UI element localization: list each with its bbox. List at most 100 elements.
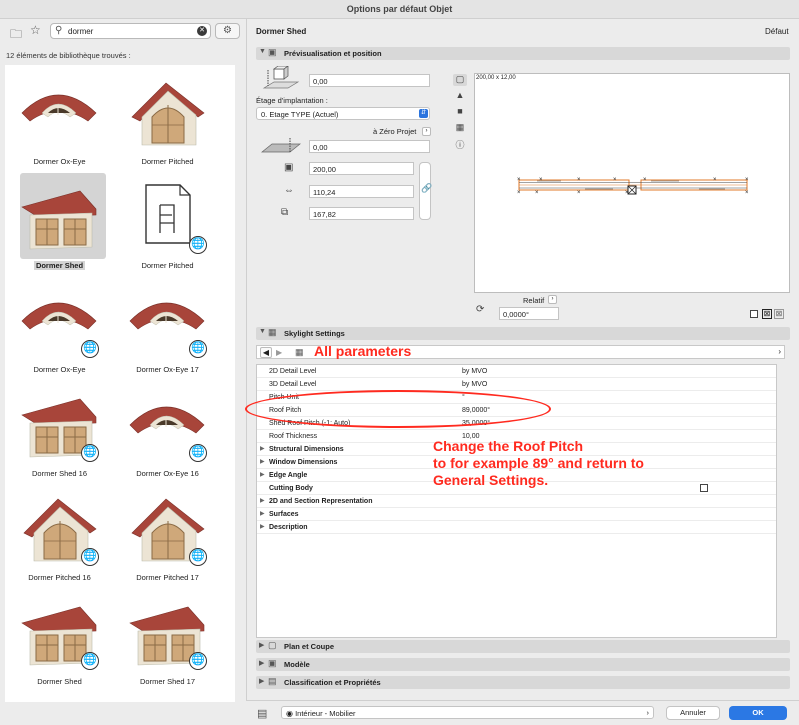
library-item[interactable]: 🌐 Dormer Pitched [115, 173, 220, 275]
window-title: Options par défaut Objet [346, 4, 453, 14]
mirror-y-icon[interactable]: ⊠ [774, 309, 784, 319]
library-item[interactable]: 🌐 Dormer Shed 16 [7, 381, 112, 483]
dim-a-field[interactable]: 200,00 [309, 162, 414, 175]
model-icon: ▣ [268, 658, 277, 668]
library-item[interactable]: 🌐 Dormer Shed [7, 589, 112, 691]
library-item[interactable]: Dormer Ox-Eye [7, 69, 112, 171]
object-thumbnail [20, 73, 98, 151]
parameter-name: Edge Angle [269, 472, 308, 479]
plan-view-icon[interactable]: ▢ [453, 74, 467, 86]
chevron-right-icon: ▶ [260, 498, 265, 504]
section-model-header[interactable]: ▶ ▣ Modèle [256, 658, 790, 671]
library-item[interactable]: 🌐 Dormer Pitched 16 [7, 485, 112, 587]
library-item[interactable]: 🌐 Dormer Ox-Eye [7, 277, 112, 379]
section-classification-header[interactable]: ▶ ▤ Classification et Propriétés [256, 676, 790, 689]
preview-icon: ▣ [268, 47, 277, 57]
object-thumbnail [128, 73, 206, 151]
ok-button[interactable]: OK [729, 706, 787, 720]
globe-icon: 🌐 [81, 444, 99, 462]
search-input[interactable]: ⚲ dormer ✕ [50, 23, 211, 39]
annotation-line: to for example 89° and return to [433, 455, 644, 471]
parameter-value[interactable]: by MVO [462, 368, 487, 375]
offset-field[interactable]: 0,00 [309, 140, 430, 153]
clear-search-icon[interactable]: ✕ [197, 26, 207, 36]
globe-icon: 🌐 [189, 340, 207, 358]
library-item[interactable]: 🌐 Dormer Ox-Eye 16 [115, 381, 220, 483]
mirror-checkbox[interactable] [750, 310, 758, 318]
dim-b-field[interactable]: 110,24 [309, 185, 414, 198]
elevation-field[interactable]: 0,00 [309, 74, 430, 87]
object-name: Dormer Shed [256, 27, 307, 36]
preview-canvas: 200,00 x 12,00 × × × × × × × × × × × × [474, 73, 790, 293]
svg-text:×: × [713, 177, 717, 183]
chevron-right-icon: ▶ [260, 472, 265, 478]
svg-text:×: × [577, 177, 581, 183]
floor-label: Étage d'implantation : [256, 96, 328, 105]
section-view-icon[interactable]: ▦ [453, 122, 467, 134]
back-button[interactable]: ◀ [260, 347, 272, 358]
library-item[interactable]: 🌐 Dormer Pitched 17 [115, 485, 220, 587]
info-icon[interactable]: ⓘ [453, 138, 467, 150]
chevron-right-icon: ▶ [260, 511, 265, 517]
library-item-label: Dormer Shed [33, 261, 86, 270]
parameter-row[interactable]: 2D Detail Level by MVO [257, 365, 776, 378]
dim-c-field[interactable]: 167,82 [309, 207, 414, 220]
library-item-label: Dormer Shed [37, 677, 82, 686]
section-plan-header[interactable]: ▶ ▢ Plan et Coupe [256, 640, 790, 653]
layer-value: Intérieur - Mobilier [295, 709, 356, 718]
library-item-label: Dormer Pitched [141, 157, 194, 166]
floor-select[interactable]: 0. Etage TYPE (Actuel) ⇵ [256, 107, 430, 120]
globe-icon: 🌐 [81, 652, 99, 670]
search-settings-button[interactable]: ⚙ [215, 23, 240, 39]
elevation-view-icon[interactable]: ▲ [453, 90, 467, 102]
search-icon: ⚲ [55, 25, 63, 36]
footer-divider [246, 700, 799, 701]
chevron-down-icon: ▼ [259, 48, 266, 55]
svg-text:×: × [745, 177, 749, 183]
parameter-name: Description [269, 524, 308, 531]
mirror-x-icon[interactable]: ⊠ [762, 309, 772, 319]
layers-icon: ▤ [257, 708, 268, 720]
parameter-name: Window Dimensions [269, 459, 338, 466]
parameter-group-row[interactable]: ▶ Description [257, 521, 776, 534]
library-item[interactable]: 🌐 Dormer Shed 17 [115, 589, 220, 691]
library-item[interactable]: Dormer Pitched [115, 69, 220, 171]
svg-text:×: × [745, 190, 749, 196]
globe-icon: 🌐 [189, 652, 207, 670]
parameter-value[interactable]: by MVO [462, 381, 487, 388]
angle-field[interactable]: 0,0000° [499, 307, 559, 320]
relative-button[interactable]: › [548, 295, 557, 304]
chevron-right-icon[interactable]: › [778, 347, 781, 356]
chain-lock-button[interactable]: 🔗 [419, 162, 432, 220]
parameter-row[interactable]: 3D Detail Level by MVO [257, 378, 776, 391]
parameter-group-row[interactable]: ▶ Surfaces [257, 508, 776, 521]
star-icon[interactable]: ☆ [30, 23, 41, 37]
section-skylight-header[interactable]: ▼ ▦ Skylight Settings [256, 327, 790, 340]
globe-icon: 🌐 [81, 340, 99, 358]
forward-button[interactable]: ▶ [276, 348, 282, 357]
globe-icon: 🌐 [81, 548, 99, 566]
width-icon: ▣ [284, 162, 294, 173]
svg-text:×: × [517, 177, 521, 183]
annotation-line: General Settings. [433, 472, 549, 488]
parameter-name: Roof Thickness [269, 433, 318, 440]
layer-select[interactable]: ◉ Intérieur - Mobilier › [281, 706, 654, 719]
folder-icon[interactable]: 🗀 [10, 25, 22, 46]
3d-view-icon[interactable]: ■ [453, 106, 467, 118]
parameter-tree-icon: ▦ [295, 347, 304, 357]
title-bar: Options par défaut Objet [0, 0, 799, 19]
depth-icon: ⇔ [284, 185, 294, 196]
svg-text:×: × [577, 190, 581, 196]
object-thumbnail [20, 177, 98, 255]
settings-panel-icon: ▦ [268, 327, 277, 337]
cancel-button[interactable]: Annuler [666, 706, 720, 720]
parameter-name: Surfaces [269, 511, 299, 518]
annotation-line: Change the Roof Pitch [433, 438, 584, 454]
section-preview-header[interactable]: ▼ ▣ Prévisualisation et position [256, 47, 790, 60]
chevron-right-icon: ▶ [259, 660, 265, 667]
library-item[interactable]: 🌐 Dormer Ox-Eye 17 [115, 277, 220, 379]
parameter-group-row[interactable]: ▶ 2D and Section Representation [257, 495, 776, 508]
library-item[interactable]: Dormer Shed [7, 173, 112, 275]
zero-project-button[interactable]: › [422, 127, 431, 136]
library-item-label: Dormer Shed 17 [139, 677, 196, 686]
